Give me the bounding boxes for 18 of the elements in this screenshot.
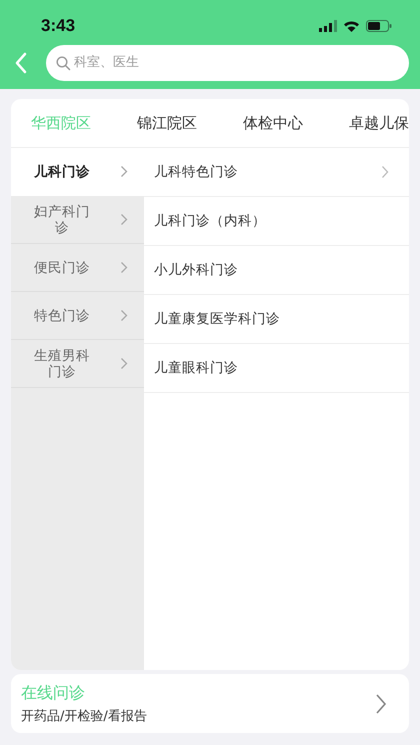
chevron-icon — [120, 357, 128, 370]
search-field[interactable]: 科室、医生 — [46, 44, 409, 80]
campus-tab[interactable]: 卓越儿保 — [349, 110, 409, 136]
signal-icon — [319, 20, 337, 32]
chevron-icon — [120, 213, 128, 226]
card-subtitle: 开药品/开检验/看报告 — [21, 708, 147, 724]
campus-tab[interactable]: 体检中心 — [243, 110, 303, 136]
category-item[interactable]: 儿科门诊 — [11, 148, 144, 196]
chevron-icon — [120, 261, 128, 274]
campus-tab[interactable]: 锦江院区 — [137, 110, 197, 136]
online-consultation-card[interactable]: 在线问诊 开药品/开检验/看报告 — [11, 674, 409, 733]
chevron-icon — [375, 692, 387, 714]
status-time: 3:43 — [41, 16, 76, 36]
chevron-icon — [120, 309, 128, 322]
card-title: 在线问诊 — [21, 682, 86, 704]
wifi-icon — [343, 20, 360, 32]
chevron-icon — [120, 165, 128, 178]
battery-icon — [366, 20, 392, 32]
